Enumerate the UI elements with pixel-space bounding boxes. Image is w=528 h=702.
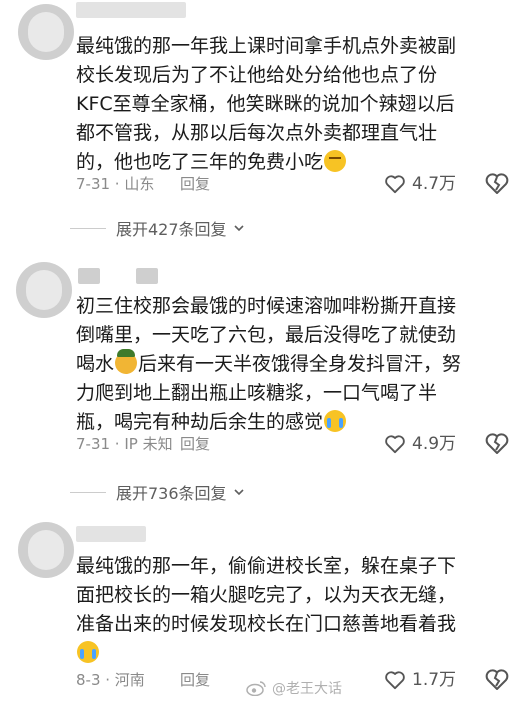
like-button[interactable]: 4.9万 — [384, 432, 456, 456]
comment-text: 最纯饿的那一年，偷偷进校长室，躲在桌子下 面把校长的一箱火腿吃完了，以为天衣无缝… — [76, 552, 510, 668]
like-button[interactable]: 1.7万 — [384, 668, 456, 692]
expand-replies-label: 展开427条回复 — [116, 220, 227, 239]
divider — [70, 227, 106, 229]
broken-heart-icon[interactable] — [484, 432, 510, 456]
chevron-down-icon — [233, 489, 244, 496]
comment-line: 最纯饿的那一年我上课时间拿手机点外卖被副 — [76, 35, 457, 57]
username-blurred[interactable] — [136, 268, 158, 284]
weibo-icon — [246, 681, 266, 696]
like-count: 4.9万 — [412, 434, 457, 454]
comment-line: 准备出来的时候发现校长在门口慈善地看着我 — [76, 613, 457, 635]
crying-face-icon — [77, 641, 99, 663]
watermark-text: @老王大话 — [272, 681, 342, 697]
comment-line: 校长发现后为了不让他给处分给他也点了份 — [76, 64, 438, 86]
comment-line: KFC至尊全家桶，他笑眯眯的说加个辣翅以后 — [76, 93, 455, 115]
heart-icon — [385, 175, 405, 194]
heart-icon — [385, 435, 405, 454]
watermark: @老王大话 — [246, 678, 342, 698]
expand-replies-label: 展开736条回复 — [116, 484, 227, 503]
reply-button[interactable]: 回复 — [180, 668, 210, 692]
broken-heart-icon[interactable] — [484, 668, 510, 692]
divider — [70, 491, 106, 493]
avatar[interactable] — [18, 522, 74, 578]
comment-text: 初三住校那会最饿的时候速溶咖啡粉撕开直接 倒嘴里，一天吃了六包，最后没得吃了就使… — [76, 292, 510, 437]
reply-button[interactable]: 回复 — [180, 432, 210, 456]
comment-line: 都不管我，从那以后每次点外卖都理直气壮 — [76, 122, 438, 144]
like-count: 4.7万 — [412, 174, 457, 194]
comment-line: 瓶，喝完有种劫后余生的感觉 — [76, 411, 324, 433]
comment-line: 面把校长的一箱火腿吃完了，以为天衣无缝， — [76, 584, 457, 606]
comment-line: 后来有一天半夜饿得全身发抖冒汗，努 — [138, 353, 462, 375]
like-count: 1.7万 — [412, 670, 457, 690]
expand-replies[interactable]: 展开427条回复 — [70, 216, 245, 240]
thinking-face-icon — [324, 150, 347, 172]
date-location: 8-3 · 河南 — [76, 671, 145, 689]
username-blurred[interactable] — [76, 526, 146, 542]
broken-heart-icon[interactable] — [484, 172, 510, 196]
like-button[interactable]: 4.7万 — [384, 172, 456, 196]
comment-line: 喝水 — [76, 353, 115, 375]
reply-button[interactable]: 回复 — [180, 172, 210, 196]
comment-line: 倒嘴里，一天吃了六包，最后没得吃了就使劲 — [76, 324, 457, 346]
expand-replies[interactable]: 展开736条回复 — [70, 480, 245, 504]
comment-line: 的，他也吃了三年的免费小吃 — [76, 151, 324, 173]
comment-text: 最纯饿的那一年我上课时间拿手机点外卖被副 校长发现后为了不让他给处分给他也点了份… — [76, 32, 510, 177]
army-helmet-face-icon — [115, 349, 138, 374]
username-blurred[interactable] — [76, 2, 186, 18]
comment-line: 力爬到地上翻出瓶止咳糖浆，一口气喝了半 — [76, 382, 438, 404]
username-blurred[interactable] — [78, 268, 100, 284]
comment-line: 最纯饿的那一年，偷偷进校长室，躲在桌子下 — [76, 555, 457, 577]
chevron-down-icon — [233, 225, 244, 232]
avatar[interactable] — [16, 262, 72, 318]
crying-face-icon — [324, 410, 347, 432]
comment-line: 初三住校那会最饿的时候速溶咖啡粉撕开直接 — [76, 295, 457, 317]
heart-icon — [385, 671, 405, 690]
date-location: 7-31 · IP 未知 — [76, 435, 173, 453]
avatar[interactable] — [18, 4, 74, 60]
date-location: 7-31 · 山东 — [76, 175, 155, 193]
